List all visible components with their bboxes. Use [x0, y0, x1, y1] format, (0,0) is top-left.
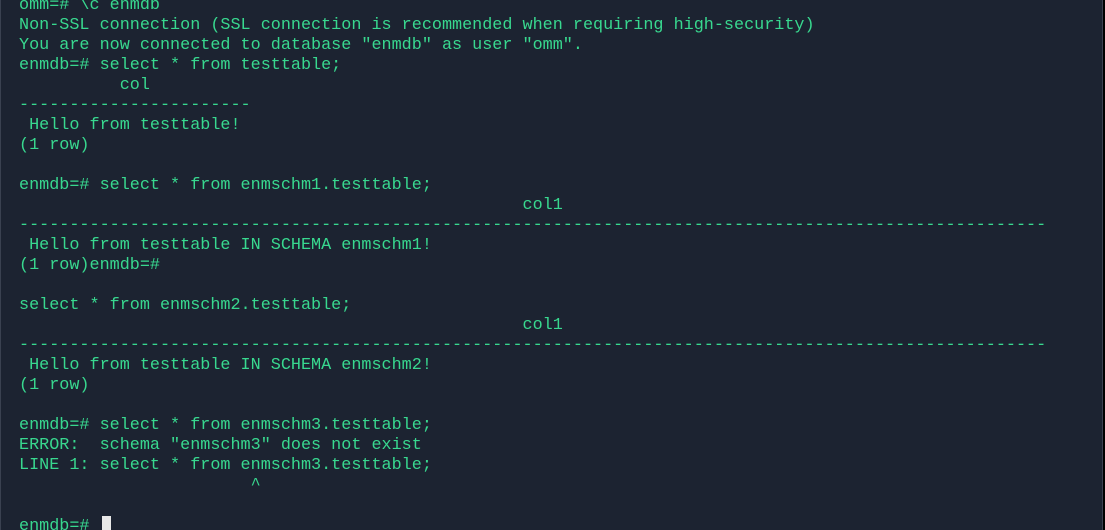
terminal-line: (1 row)	[19, 136, 90, 155]
terminal-line: enmdb=# select * from enmschm1.testtable…	[19, 176, 432, 195]
terminal-line: Hello from testtable IN SCHEMA enmschm1!	[19, 236, 432, 255]
terminal-line: ^	[19, 476, 261, 495]
terminal-line: ERROR: schema "enmschm3" does not exist	[19, 436, 422, 455]
text-cursor	[101, 516, 111, 530]
terminal-window[interactable]: omm=# \c enmdb Non-SSL connection (SSL c…	[0, 0, 1103, 530]
terminal-line: enmdb=# select * from enmschm3.testtable…	[19, 416, 432, 435]
terminal-line: LINE 1: select * from enmschm3.testtable…	[19, 456, 432, 475]
terminal-line: omm=# \c enmdb	[19, 0, 160, 15]
terminal-line: Non-SSL connection (SSL connection is re…	[19, 16, 815, 35]
terminal-line: ----------------------------------------…	[19, 336, 1047, 355]
terminal-line: enmdb=# select * from testtable;	[19, 56, 342, 75]
terminal-line: -----------------------	[19, 96, 251, 115]
terminal-prompt: enmdb=#	[19, 517, 100, 530]
terminal-line: col1	[19, 196, 563, 215]
terminal-line: (1 row)	[19, 376, 90, 395]
terminal-line: Hello from testtable IN SCHEMA enmschm2!	[19, 356, 432, 375]
terminal-line: col1	[19, 316, 563, 335]
terminal-line: (1 row)enmdb=#	[19, 256, 160, 275]
terminal-output: omm=# \c enmdb Non-SSL connection (SSL c…	[19, 0, 1046, 530]
terminal-line: ----------------------------------------…	[19, 216, 1047, 235]
terminal-line: select * from enmschm2.testtable;	[19, 296, 352, 315]
terminal-prompt-line[interactable]: enmdb=#	[19, 516, 1046, 530]
terminal-line: col	[19, 76, 150, 95]
terminal-line: You are now connected to database "enmdb…	[19, 36, 583, 55]
terminal-line: Hello from testtable!	[19, 116, 241, 135]
